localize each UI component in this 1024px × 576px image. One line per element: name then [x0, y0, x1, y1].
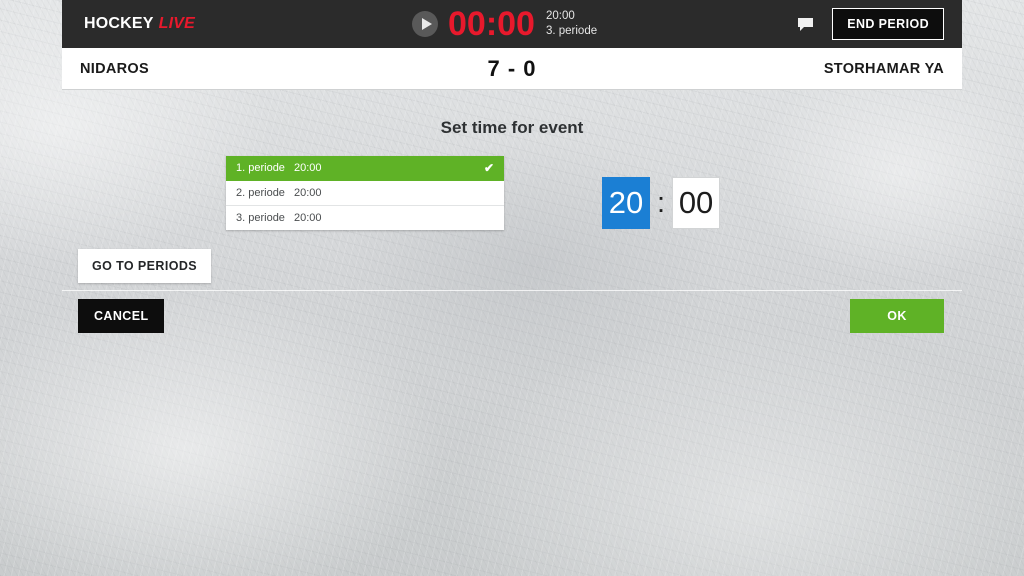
cancel-button[interactable]: CANCEL: [78, 299, 165, 333]
period-list-item[interactable]: 3. periode 20:00: [226, 206, 504, 230]
period-list: 1. periode 20:00 ✔ 2. periode 20:00 3. p…: [226, 156, 504, 230]
minutes-field[interactable]: 20: [602, 177, 650, 229]
brand-primary-text: HOCKEY: [84, 15, 154, 32]
scoreboard-bar: NIDAROS 7 - 0 STORHAMAR YA: [62, 48, 962, 90]
header-bar: HOCKEY LIVE 00:00 20:00 3. periode END PE…: [62, 0, 962, 48]
period-item-time: 20:00: [294, 162, 322, 174]
period-item-time: 20:00: [294, 212, 322, 224]
period-item-name: 3. periode: [236, 212, 285, 224]
period-list-item[interactable]: 1. periode 20:00 ✔: [226, 156, 504, 181]
check-icon: ✔: [483, 161, 494, 175]
go-to-periods-button[interactable]: GO TO PERIODS: [78, 249, 211, 283]
brand-accent-text: LIVE: [158, 15, 196, 32]
time-separator: :: [657, 186, 666, 219]
period-item-name: 2. periode: [236, 187, 285, 199]
away-team-name: STORHAMAR YA: [823, 60, 944, 77]
period-item-time: 20:00: [294, 187, 322, 199]
play-triangle-icon: [421, 18, 432, 30]
period-list-item[interactable]: 2. periode 20:00: [226, 181, 504, 206]
play-icon[interactable]: [412, 11, 438, 37]
period-length-label: 20:00: [545, 10, 575, 22]
chat-bubble-icon[interactable]: [797, 17, 814, 32]
dialog-title: Set time for event: [440, 118, 584, 137]
clock-group: 00:00 20:00 3. periode: [412, 7, 597, 41]
end-period-button[interactable]: END PERIOD: [832, 8, 944, 40]
app-panel: HOCKEY LIVE 00:00 20:00 3. periode END PE…: [62, 0, 962, 90]
time-spinner: 20 : 00: [602, 177, 721, 229]
seconds-field[interactable]: 00: [672, 177, 721, 229]
current-period-label: 3. periode: [545, 25, 598, 37]
app-brand-logo: HOCKEY LIVE: [84, 15, 195, 33]
clock-subinfo: 20:00 3. periode: [546, 9, 597, 39]
game-clock: 00:00: [448, 5, 535, 43]
period-item-name: 1. periode: [236, 162, 285, 174]
header-actions: END PERIOD: [797, 8, 944, 40]
ok-button[interactable]: OK: [850, 299, 944, 333]
home-team-name: NIDAROS: [80, 60, 149, 77]
footer-divider: [62, 290, 962, 291]
